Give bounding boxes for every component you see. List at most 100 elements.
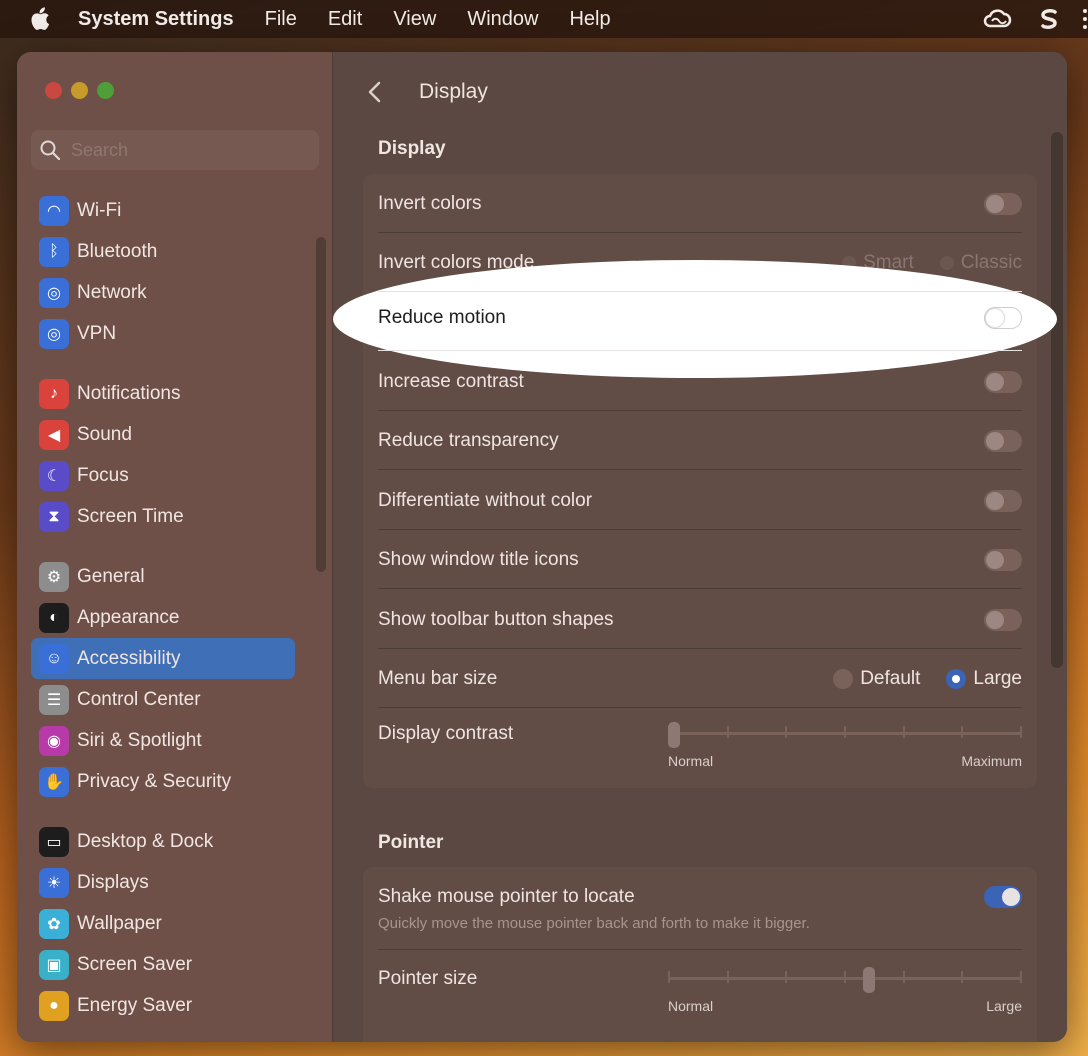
menu-bar-size-row: Menu bar size Default Large xyxy=(378,665,1022,693)
invert-colors-row: Invert colors xyxy=(378,190,1022,218)
invert-colors-toggle[interactable] xyxy=(984,193,1022,215)
reduce-motion-toggle[interactable] xyxy=(984,307,1022,329)
divider xyxy=(378,949,1022,950)
sidebar-item-focus[interactable]: ☾ Focus xyxy=(31,455,321,496)
slider-thumb[interactable] xyxy=(862,967,875,993)
slider-tick xyxy=(785,971,788,983)
search-icon xyxy=(40,140,61,161)
control-center-icon: ☰ xyxy=(39,684,69,715)
increase-contrast-toggle[interactable] xyxy=(984,371,1022,393)
menu-edit[interactable]: Edit xyxy=(328,8,362,31)
pointer-section-heading: Pointer xyxy=(378,832,444,853)
sidebar-item-label: Sound xyxy=(77,423,132,445)
reduce-transparency-toggle[interactable] xyxy=(984,430,1022,452)
search-field[interactable] xyxy=(31,130,319,170)
zoom-window-button[interactable] xyxy=(97,82,114,99)
accessibility-icon: ☺ xyxy=(39,643,69,674)
sidebar-item-siri-spotlight[interactable]: ◉ Siri & Spotlight xyxy=(31,720,321,761)
sidebar-item-screen-time[interactable]: ⧗ Screen Time xyxy=(31,496,321,537)
show-window-title-icons-label: Show window title icons xyxy=(378,549,579,570)
menu-window[interactable]: Window xyxy=(467,8,538,31)
sidebar-item-wallpaper[interactable]: ✿ Wallpaper xyxy=(31,903,321,944)
creative-cloud-icon[interactable] xyxy=(982,8,1012,30)
dock-icon: ▭ xyxy=(39,826,69,857)
slider-tick xyxy=(902,726,905,738)
invert-mode-classic[interactable]: Classic xyxy=(939,252,1022,274)
sidebar-item-sound[interactable]: ◀ Sound xyxy=(31,414,321,455)
bluetooth-icon: ᛒ xyxy=(39,236,69,267)
sidebar-item-label: Bluetooth xyxy=(77,240,158,262)
divider xyxy=(378,588,1022,589)
classic-label: Classic xyxy=(960,252,1022,273)
more-icon[interactable] xyxy=(1082,7,1088,31)
sidebar-list: ◠ Wi-Fi ᛒ Bluetooth ◎ Network ◎ VPN ♪ Notificatio… xyxy=(31,190,321,1026)
toolbar: Display xyxy=(333,52,1067,132)
menu-view[interactable]: View xyxy=(393,8,436,31)
sidebar-item-accessibility[interactable]: ☺ Accessibility xyxy=(31,638,295,679)
sidebar-item-vpn[interactable]: ◎ VPN xyxy=(31,313,321,354)
sidebar-item-network[interactable]: ◎ Network xyxy=(31,272,321,313)
search-input[interactable] xyxy=(71,139,311,161)
sidebar-item-label: Focus xyxy=(77,464,129,486)
display-section-heading: Display xyxy=(378,138,446,159)
sun-icon: ☀ xyxy=(39,867,69,898)
sidebar-item-desktop-dock[interactable]: ▭ Desktop & Dock xyxy=(31,821,321,862)
sidebar-item-bluetooth[interactable]: ᛒ Bluetooth xyxy=(31,231,321,272)
differentiate-without-color-row: Differentiate without color xyxy=(378,487,1022,515)
sidebar-item-energy-saver[interactable]: ● Energy Saver xyxy=(31,985,321,1026)
divider xyxy=(378,529,1022,530)
app-name-menu[interactable]: System Settings xyxy=(78,8,234,31)
differentiate-without-color-toggle[interactable] xyxy=(984,490,1022,512)
slider-tick xyxy=(668,971,670,983)
minimize-window-button[interactable] xyxy=(71,82,88,99)
sidebar-item-appearance[interactable]: ◐ Appearance xyxy=(31,597,321,638)
sidebar-item-wi-fi[interactable]: ◠ Wi-Fi xyxy=(31,190,321,231)
sidebar-item-label: Displays xyxy=(77,871,149,893)
sidebar-scrollbar[interactable] xyxy=(316,237,326,572)
wifi-icon: ◠ xyxy=(39,195,69,226)
sidebar-item-general[interactable]: ⚙ General xyxy=(31,556,321,597)
hand-icon: ✋ xyxy=(39,766,69,797)
sidebar-item-label: Wi-Fi xyxy=(77,199,122,221)
menu-help[interactable]: Help xyxy=(569,8,610,31)
main-scrollbar[interactable] xyxy=(1051,132,1063,668)
sidebar-item-control-center[interactable]: ☰ Control Center xyxy=(31,679,321,720)
sidebar: ◠ Wi-Fi ᛒ Bluetooth ◎ Network ◎ VPN ♪ Notificatio… xyxy=(17,52,333,1042)
sidebar-item-privacy-security[interactable]: ✋ Privacy & Security xyxy=(31,761,321,802)
radio-button[interactable] xyxy=(833,669,854,689)
sidebar-item-label: Network xyxy=(77,281,147,303)
slider-thumb[interactable] xyxy=(668,722,680,748)
s-logo-icon[interactable] xyxy=(1038,7,1060,31)
back-chevron-icon[interactable] xyxy=(361,78,389,106)
menu-bar-large-option[interactable]: Large xyxy=(946,668,1022,690)
divider xyxy=(378,291,1022,292)
shake-pointer-toggle[interactable] xyxy=(984,886,1022,908)
settings-window: ◠ Wi-Fi ᛒ Bluetooth ◎ Network ◎ VPN ♪ Notificatio… xyxy=(17,52,1067,1042)
slider-tick xyxy=(961,726,964,738)
menu-bar-default-option[interactable]: Default xyxy=(833,668,920,690)
menu-file[interactable]: File xyxy=(265,8,297,31)
main-pane: Display Display Invert colors Invert col… xyxy=(333,52,1067,1042)
slider-tick xyxy=(961,971,964,983)
slider-tick xyxy=(726,726,729,738)
apple-icon[interactable] xyxy=(28,7,50,31)
slider-tick xyxy=(785,726,788,738)
bell-icon: ♪ xyxy=(39,378,69,409)
slider-tick xyxy=(726,971,729,983)
close-window-button[interactable] xyxy=(45,82,62,99)
radio-button-selected[interactable] xyxy=(946,669,967,689)
radio-button[interactable] xyxy=(939,256,954,270)
sidebar-item-displays[interactable]: ☀ Displays xyxy=(31,862,321,903)
show-window-title-icons-toggle[interactable] xyxy=(984,549,1022,571)
divider xyxy=(378,350,1022,351)
slider-tick xyxy=(1020,726,1022,738)
screensaver-icon: ▣ xyxy=(39,949,69,980)
window-controls xyxy=(45,82,114,99)
sidebar-item-screen-saver[interactable]: ▣ Screen Saver xyxy=(31,944,321,985)
sidebar-item-label: Screen Saver xyxy=(77,953,193,975)
appearance-icon: ◐ xyxy=(39,602,69,633)
display-contrast-max-label: Maximum xyxy=(961,753,1022,769)
show-toolbar-button-shapes-row: Show toolbar button shapes xyxy=(378,606,1022,634)
show-toolbar-button-shapes-toggle[interactable] xyxy=(984,609,1022,631)
sidebar-item-notifications[interactable]: ♪ Notifications xyxy=(31,373,321,414)
